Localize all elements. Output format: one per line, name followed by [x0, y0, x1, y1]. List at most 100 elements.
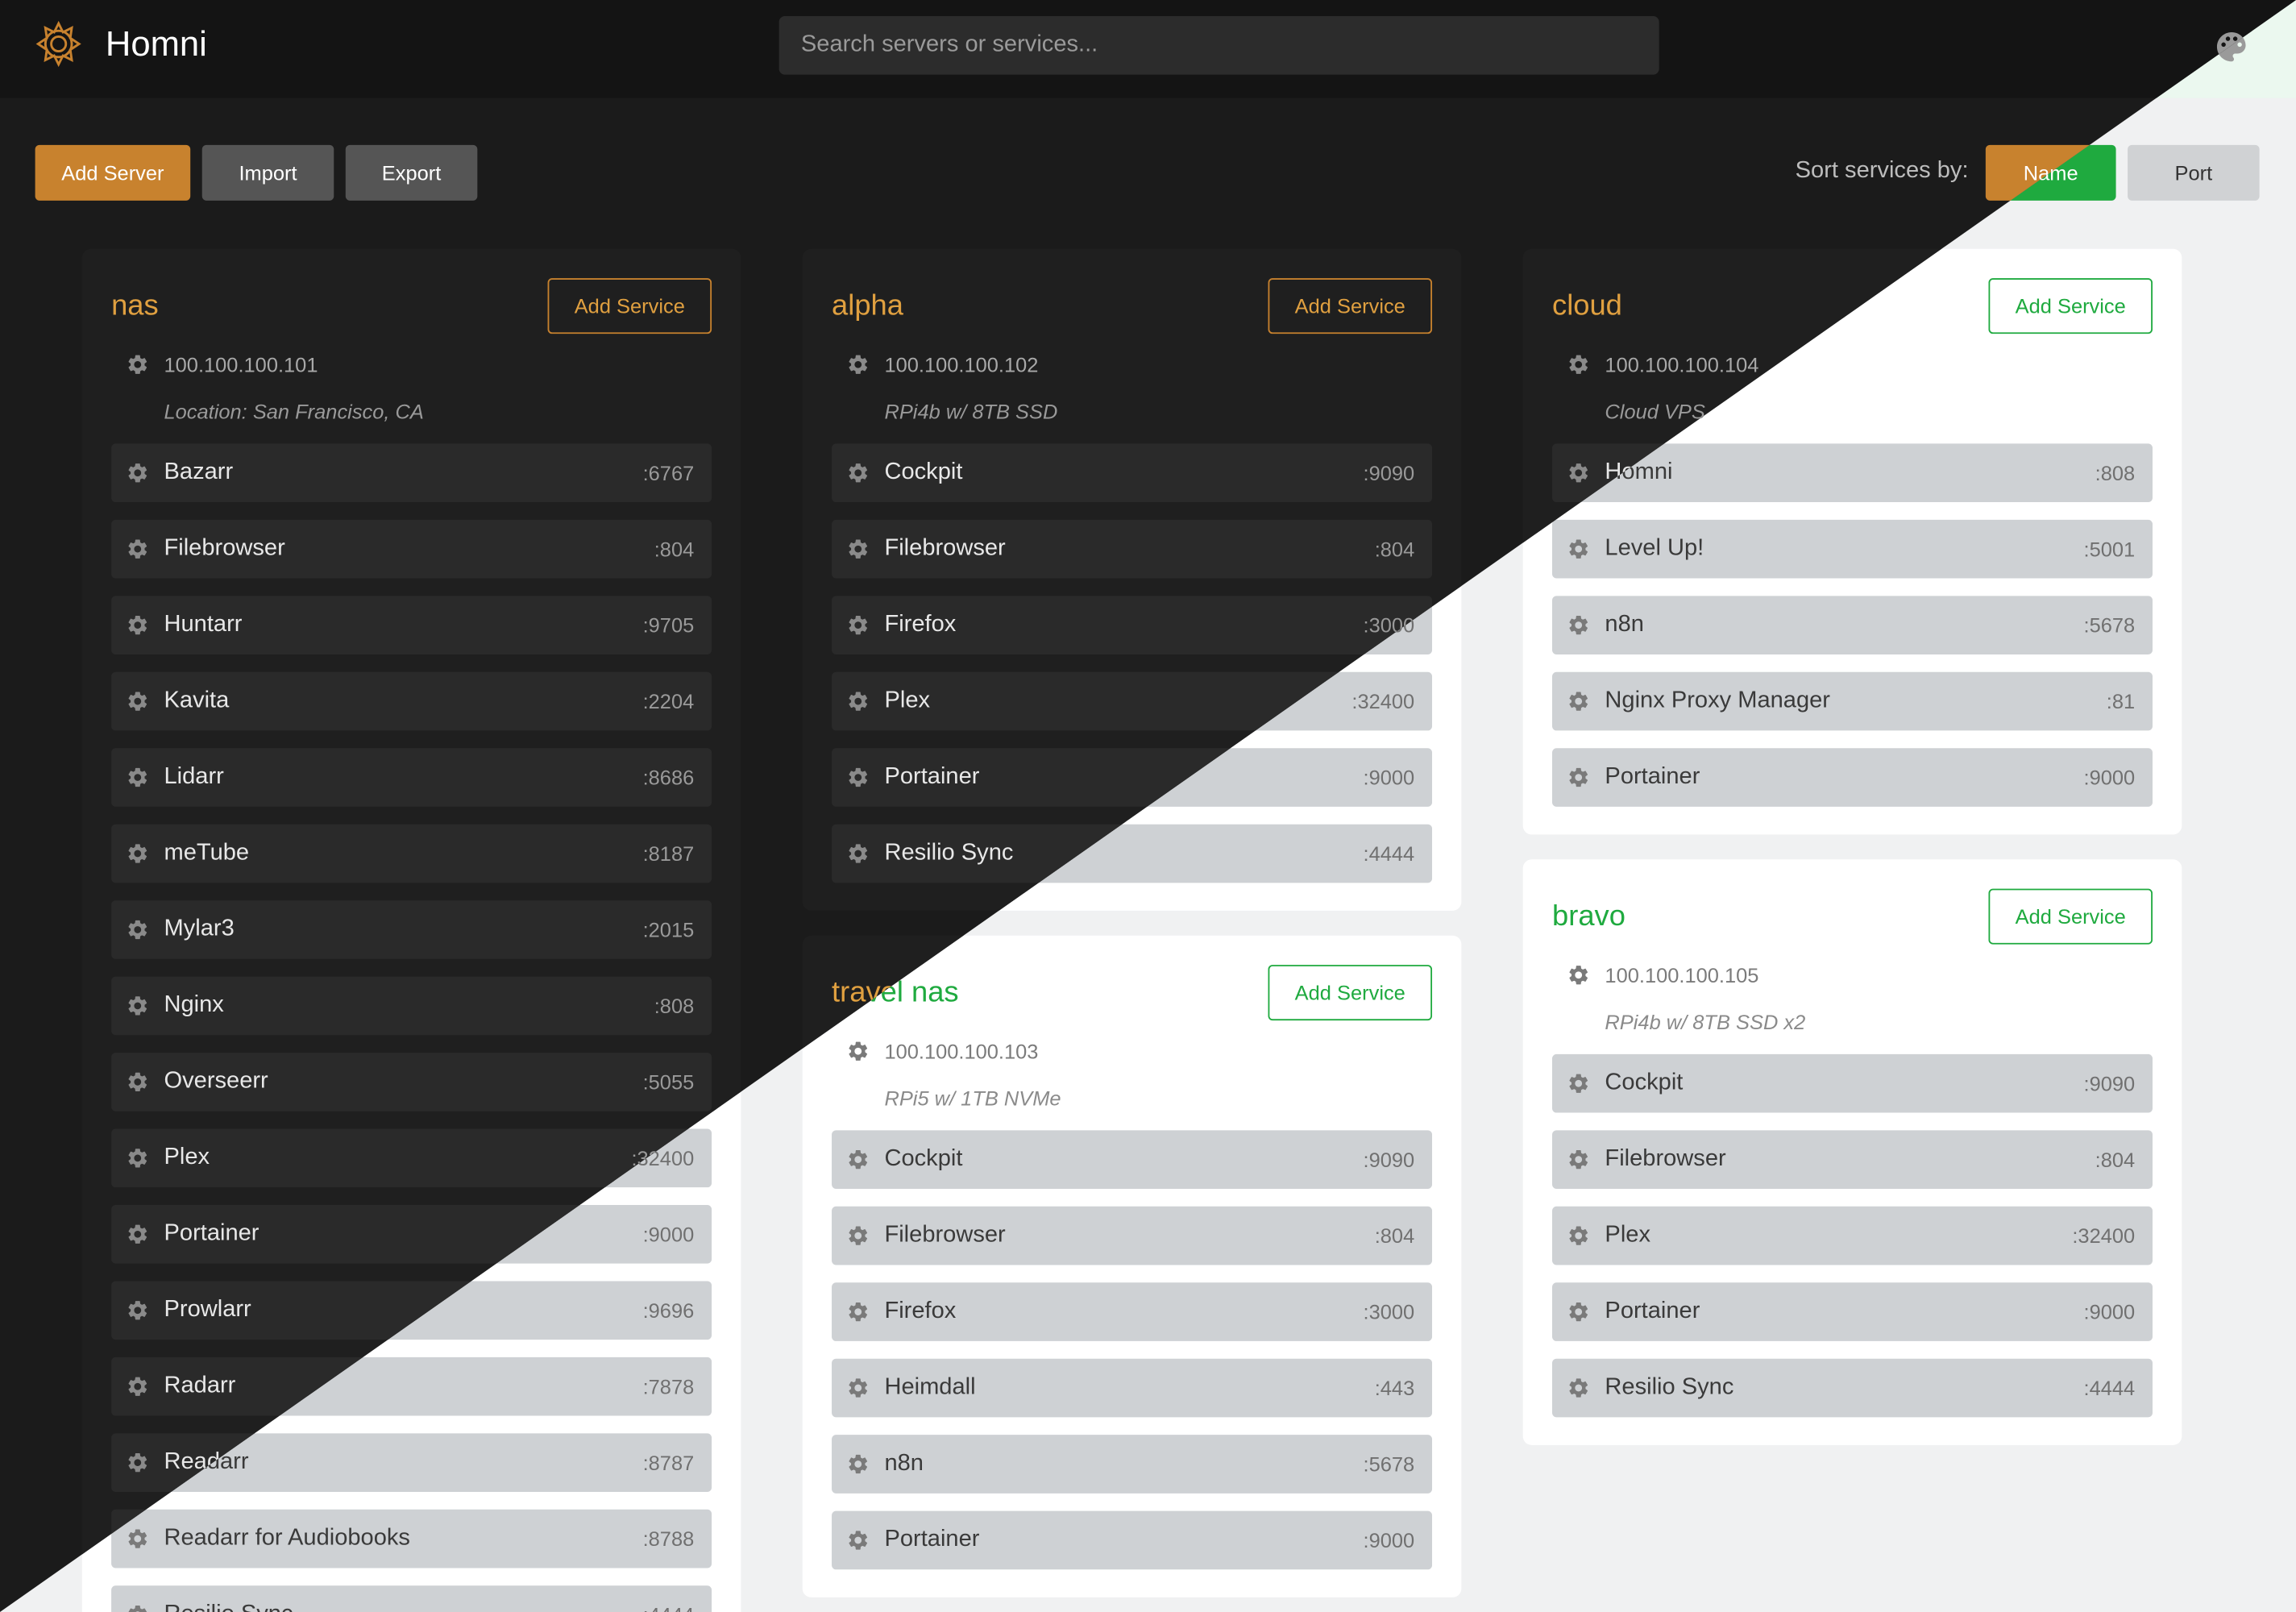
service-settings-gear-icon[interactable] — [1567, 461, 1590, 484]
service-settings-gear-icon[interactable] — [846, 841, 870, 865]
service-settings-gear-icon[interactable] — [846, 613, 870, 637]
service-settings-gear-icon[interactable] — [846, 1452, 870, 1476]
add-service-button[interactable]: Add Service — [1988, 278, 2153, 334]
add-service-button[interactable]: Add Service — [1988, 888, 2153, 945]
service-settings-gear-icon[interactable] — [126, 1375, 149, 1398]
service-row[interactable]: Firefox:3000 — [832, 1282, 1433, 1341]
service-port: :5001 — [2083, 537, 2136, 561]
service-settings-gear-icon[interactable] — [846, 690, 870, 713]
service-row[interactable]: Portainer:9000 — [1552, 748, 2153, 807]
server-name[interactable]: bravo — [1552, 900, 1625, 934]
add-service-button[interactable]: Add Service — [1268, 965, 1433, 1021]
service-port: :8686 — [642, 766, 695, 790]
service-row[interactable]: Level Up!:5001 — [1552, 519, 2153, 579]
service-settings-gear-icon[interactable] — [1567, 1300, 1590, 1323]
service-row[interactable]: Cockpit:9090 — [832, 443, 1433, 503]
service-settings-gear-icon[interactable] — [126, 461, 149, 484]
service-settings-gear-icon[interactable] — [1567, 1224, 1590, 1248]
service-row[interactable]: Filebrowser:804 — [1552, 1130, 2153, 1189]
service-settings-gear-icon[interactable] — [1567, 1148, 1590, 1171]
service-settings-gear-icon[interactable] — [126, 1451, 149, 1474]
service-name: Nginx — [164, 992, 224, 1018]
service-row[interactable]: Cockpit:9090 — [1552, 1053, 2153, 1113]
service-settings-gear-icon[interactable] — [126, 766, 149, 789]
service-settings-gear-icon[interactable] — [846, 1528, 870, 1552]
service-port: :5678 — [1363, 1452, 1415, 1477]
service-row[interactable]: meTube:8187 — [111, 824, 712, 883]
service-settings-gear-icon[interactable] — [1567, 538, 1590, 561]
service-row[interactable]: Bazarr:6767 — [111, 443, 712, 503]
service-settings-gear-icon[interactable] — [126, 1603, 149, 1612]
service-row[interactable]: n8n:5678 — [1552, 596, 2153, 654]
search-input[interactable] — [778, 15, 1659, 75]
service-settings-gear-icon[interactable] — [1567, 1377, 1590, 1400]
service-settings-gear-icon[interactable] — [126, 690, 149, 713]
import-button[interactable]: Import — [201, 144, 334, 201]
service-name: Prowlarr — [164, 1297, 251, 1323]
service-settings-gear-icon[interactable] — [1567, 1072, 1590, 1095]
service-row[interactable]: Heimdall:443 — [832, 1358, 1433, 1418]
server-name[interactable]: nas — [111, 290, 159, 324]
service-settings-gear-icon[interactable] — [846, 1148, 870, 1171]
service-settings-gear-icon[interactable] — [126, 1223, 149, 1246]
service-settings-gear-icon[interactable] — [126, 1070, 149, 1094]
service-row[interactable]: Nginx:808 — [111, 976, 712, 1036]
add-service-button[interactable]: Add Service — [1268, 278, 1433, 334]
server-name[interactable]: cloud — [1552, 290, 1622, 324]
server-settings-gear-icon[interactable] — [846, 353, 870, 376]
service-port: :8788 — [642, 1527, 695, 1551]
service-settings-gear-icon[interactable] — [1567, 613, 1590, 637]
service-settings-gear-icon[interactable] — [126, 1298, 149, 1322]
service-row[interactable]: Readarr for Audiobooks:8788 — [111, 1509, 712, 1568]
service-name: Cockpit — [1605, 1070, 1684, 1095]
service-settings-gear-icon[interactable] — [846, 1300, 870, 1323]
server-settings-gear-icon[interactable] — [1567, 963, 1590, 987]
server-note: Cloud VPS — [1605, 399, 1705, 423]
server-settings-gear-icon[interactable] — [1567, 353, 1590, 376]
service-port: :5678 — [2083, 613, 2136, 638]
server-settings-gear-icon[interactable] — [126, 353, 149, 376]
export-button[interactable]: Export — [345, 144, 478, 201]
service-row[interactable]: n8n:5678 — [832, 1435, 1433, 1494]
server-settings-gear-icon[interactable] — [846, 1040, 870, 1063]
service-settings-gear-icon[interactable] — [1567, 690, 1590, 713]
service-row[interactable]: Huntarr:9705 — [111, 596, 712, 654]
add-server-button[interactable]: Add Server — [35, 144, 191, 201]
service-row[interactable]: Cockpit:9090 — [832, 1130, 1433, 1189]
service-port: :9000 — [2083, 766, 2136, 790]
service-settings-gear-icon[interactable] — [126, 613, 149, 637]
service-settings-gear-icon[interactable] — [846, 766, 870, 789]
service-port: :4444 — [2083, 1376, 2136, 1400]
service-settings-gear-icon[interactable] — [126, 1527, 149, 1551]
service-row[interactable]: Nginx Proxy Manager:81 — [1552, 671, 2153, 731]
service-settings-gear-icon[interactable] — [126, 994, 149, 1017]
service-settings-gear-icon[interactable] — [846, 538, 870, 561]
service-settings-gear-icon[interactable] — [1567, 766, 1590, 789]
service-row[interactable]: Lidarr:8686 — [111, 748, 712, 807]
service-row[interactable]: Firefox:3000 — [832, 596, 1433, 654]
service-row[interactable]: Filebrowser:804 — [111, 519, 712, 579]
add-service-button[interactable]: Add Service — [547, 278, 712, 334]
service-row[interactable]: Resilio Sync:4444 — [111, 1585, 712, 1612]
service-row[interactable]: Kavita:2204 — [111, 671, 712, 731]
service-row[interactable]: Resilio Sync:4444 — [1552, 1358, 2153, 1418]
service-settings-gear-icon[interactable] — [126, 841, 149, 865]
server-card-bravo: bravo Add Service 100.100.100.105 RPi4b w/ … — [1522, 859, 2182, 1445]
service-settings-gear-icon[interactable] — [846, 1377, 870, 1400]
service-settings-gear-icon[interactable] — [126, 1146, 149, 1170]
service-row[interactable]: Filebrowser:804 — [832, 1206, 1433, 1265]
service-row[interactable]: Plex:32400 — [1552, 1206, 2153, 1265]
service-name: Cockpit — [884, 459, 963, 485]
service-settings-gear-icon[interactable] — [846, 461, 870, 484]
server-name[interactable]: alpha — [832, 290, 903, 324]
service-settings-gear-icon[interactable] — [846, 1224, 870, 1248]
service-port: :3000 — [1363, 1300, 1415, 1324]
service-row[interactable]: Filebrowser:804 — [832, 519, 1433, 579]
service-settings-gear-icon[interactable] — [126, 538, 149, 561]
sort-by-port-button[interactable]: Port — [2128, 144, 2260, 201]
service-row[interactable]: Portainer:9000 — [832, 1510, 1433, 1570]
service-row[interactable]: Overseerr:5055 — [111, 1053, 712, 1111]
service-row[interactable]: Portainer:9000 — [1552, 1282, 2153, 1341]
service-settings-gear-icon[interactable] — [126, 918, 149, 941]
service-row[interactable]: Mylar3:2015 — [111, 900, 712, 959]
